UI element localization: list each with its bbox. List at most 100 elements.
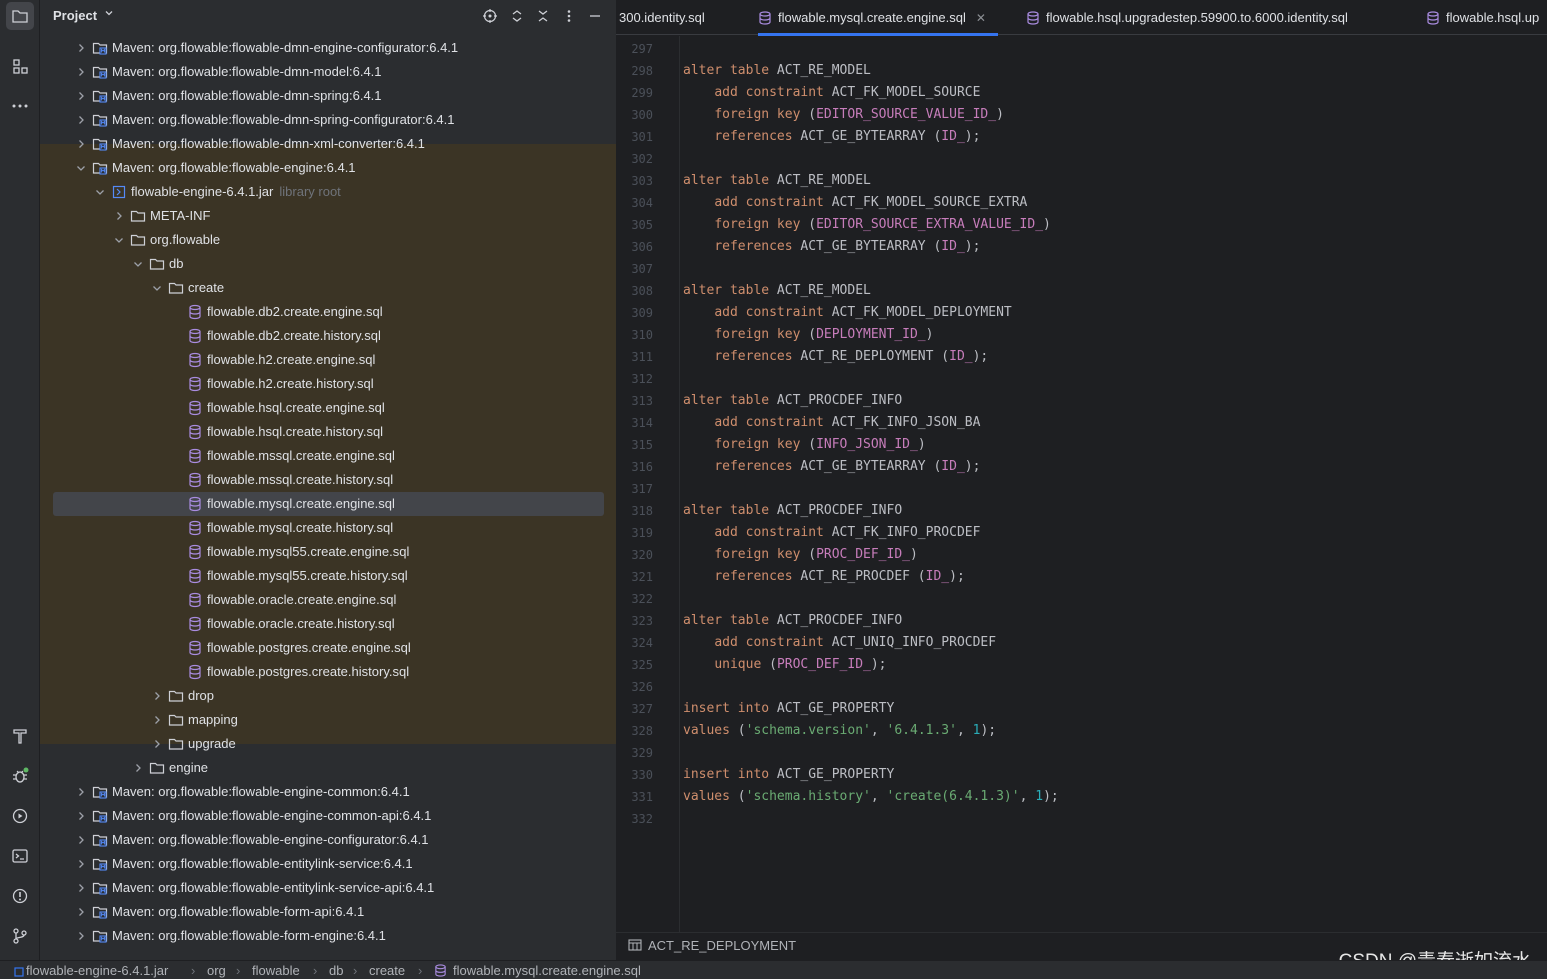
status-path-jar[interactable]: flowable-engine-6.4.1.jar <box>26 963 168 978</box>
close-icon[interactable]: ✕ <box>976 11 986 25</box>
tree-file-item[interactable]: flowable.oracle.create.engine.sql <box>40 588 616 612</box>
status-path-file[interactable]: flowable.mysql.create.engine.sql <box>453 963 641 978</box>
git-branch-icon[interactable] <box>6 922 34 950</box>
tree-node-item[interactable]: Maven: org.flowable:flowable-dmn-spring-… <box>40 108 616 132</box>
tree-node-item[interactable]: mapping <box>40 708 616 732</box>
locate-file-icon[interactable] <box>480 6 500 26</box>
tree-node-item[interactable]: Maven: org.flowable:flowable-entitylink-… <box>40 852 616 876</box>
tree-node-item[interactable]: Maven: org.flowable:flowable-form-engine… <box>40 924 616 948</box>
tree-node-item[interactable]: Maven: org.flowable:flowable-dmn-xml-con… <box>40 132 616 156</box>
tree-node-item[interactable]: META-INF <box>40 204 616 228</box>
chevron-right-icon[interactable] <box>75 834 87 846</box>
tree-file-item[interactable]: flowable.mssql.create.engine.sql <box>40 444 616 468</box>
tree-node-item[interactable]: org.flowable <box>40 228 616 252</box>
options-kebab-icon[interactable] <box>559 6 579 26</box>
more-tools-icon[interactable] <box>6 92 34 120</box>
chevron-down-icon[interactable] <box>75 162 87 174</box>
chevron-right-icon[interactable] <box>75 930 87 942</box>
tree-node-item[interactable]: flowable-engine-6.4.1.jar library root <box>40 180 616 204</box>
line-number: 308 <box>631 284 653 298</box>
terminal-icon[interactable] <box>6 842 34 870</box>
structure-icon[interactable] <box>6 52 34 80</box>
code-token: ); <box>964 129 981 144</box>
editor-tab-mysql-create-engine[interactable]: flowable.mysql.create.engine.sql ✕ <box>758 0 998 36</box>
tree-file-item[interactable]: flowable.h2.create.engine.sql <box>40 348 616 372</box>
status-path-org[interactable]: org <box>207 963 226 978</box>
chevron-down-icon[interactable] <box>132 258 144 270</box>
tree-node-item[interactable]: drop <box>40 684 616 708</box>
tree-node-item[interactable]: Maven: org.flowable:flowable-entitylink-… <box>40 876 616 900</box>
tree-node-item[interactable]: Maven: org.flowable:flowable-engine-comm… <box>40 804 616 828</box>
chevron-right-icon[interactable] <box>75 882 87 894</box>
tree-file-item[interactable]: flowable.mysql.create.history.sql <box>40 516 616 540</box>
tree-file-item[interactable]: flowable.mysql55.create.history.sql <box>40 564 616 588</box>
chevron-right-icon[interactable] <box>151 690 163 702</box>
tree-node-item[interactable]: Maven: org.flowable:flowable-form-api:6.… <box>40 900 616 924</box>
debug-bug-icon[interactable] <box>6 762 34 790</box>
tree-node-item[interactable]: Maven: org.flowable:flowable-engine-comm… <box>40 780 616 804</box>
tree-item-text: META-INF <box>150 208 211 223</box>
tree-file-item[interactable]: flowable.postgres.create.engine.sql <box>40 636 616 660</box>
chevron-right-icon[interactable] <box>75 906 87 918</box>
chevron-down-icon[interactable] <box>151 282 163 294</box>
build-hammer-icon[interactable] <box>6 722 34 750</box>
editor-breadcrumb[interactable]: ACT_RE_DEPLOYMENT <box>648 938 796 953</box>
tree-node-item[interactable]: Maven: org.flowable:flowable-dmn-model:6… <box>40 60 616 84</box>
editor-tab-hsql-up[interactable]: flowable.hsql.up <box>1426 0 1539 35</box>
tree-file-item[interactable]: flowable.mysql.create.engine.sql <box>40 492 616 516</box>
status-path-create[interactable]: create <box>369 963 405 978</box>
chevron-down-icon[interactable] <box>94 186 106 198</box>
tree-item-text: flowable.mysql.create.engine.sql <box>207 496 395 511</box>
tree-file-item[interactable]: flowable.db2.create.engine.sql <box>40 300 616 324</box>
code-token: 'create(6.4.1.3)' <box>886 789 1020 804</box>
chevron-right-icon[interactable] <box>75 42 87 54</box>
chevron-right-icon[interactable] <box>75 90 87 102</box>
tree-file-item[interactable]: flowable.postgres.create.history.sql <box>40 660 616 684</box>
chevron-right-icon[interactable] <box>75 114 87 126</box>
status-path-db[interactable]: db <box>329 963 343 978</box>
chevron-right-icon[interactable] <box>75 138 87 150</box>
tree-item-text: create <box>188 280 225 295</box>
chevron-right-icon[interactable] <box>132 762 144 774</box>
maven-library-icon <box>92 928 108 944</box>
editor-tab-hsql-upgradestep[interactable]: flowable.hsql.upgradestep.59900.to.6000.… <box>1026 0 1348 35</box>
tree-node-item[interactable]: Maven: org.flowable:flowable-engine-conf… <box>40 828 616 852</box>
code-line: alter table ACT_PROCDEF_INFO <box>683 393 902 415</box>
status-path-flowable[interactable]: flowable <box>252 963 300 978</box>
tree-node-item[interactable]: db <box>40 252 616 276</box>
chevron-right-icon[interactable] <box>75 66 87 78</box>
tree-file-item[interactable]: flowable.mssql.create.history.sql <box>40 468 616 492</box>
tree-node-item[interactable]: Maven: org.flowable:flowable-engine:6.4.… <box>40 156 616 180</box>
chevron-down-icon[interactable] <box>113 234 125 246</box>
tree-node-item[interactable]: create <box>40 276 616 300</box>
expand-all-icon[interactable] <box>507 6 527 26</box>
chevron-down-icon[interactable] <box>104 8 114 21</box>
tree-node-item[interactable]: upgrade <box>40 732 616 756</box>
tree-node-item[interactable]: Maven: org.flowable:flowable-dmn-engine-… <box>40 36 616 60</box>
tree-node-item[interactable]: engine <box>40 756 616 780</box>
problems-icon[interactable] <box>6 882 34 910</box>
chevron-right-icon[interactable] <box>75 810 87 822</box>
chevron-right-icon[interactable] <box>113 210 125 222</box>
project-folder-icon[interactable] <box>6 2 34 30</box>
tree-file-item[interactable]: flowable.hsql.create.history.sql <box>40 420 616 444</box>
hide-minimize-icon[interactable] <box>585 6 605 26</box>
tree-item-label: engine <box>169 760 208 775</box>
chevron-right-icon[interactable] <box>151 738 163 750</box>
collapse-all-icon[interactable] <box>533 6 553 26</box>
code-token: foreign key <box>714 107 809 122</box>
chevron-right-icon[interactable] <box>151 714 163 726</box>
project-title[interactable]: Project <box>53 8 97 23</box>
tree-file-item[interactable]: flowable.db2.create.history.sql <box>40 324 616 348</box>
tree-file-item[interactable]: flowable.hsql.create.engine.sql <box>40 396 616 420</box>
tree-file-item[interactable]: flowable.mysql55.create.engine.sql <box>40 540 616 564</box>
chevron-right-icon[interactable] <box>75 786 87 798</box>
tree-node-item[interactable]: Maven: org.flowable:flowable-dmn-spring:… <box>40 84 616 108</box>
services-run-icon[interactable] <box>6 802 34 830</box>
tree-file-item[interactable]: flowable.h2.create.history.sql <box>40 372 616 396</box>
tree-file-item[interactable]: flowable.oracle.create.history.sql <box>40 612 616 636</box>
chevron-right-icon[interactable] <box>75 858 87 870</box>
code-token: ID_ <box>949 349 973 364</box>
editor-tab-identity-sql[interactable]: 300.identity.sql <box>619 0 705 35</box>
